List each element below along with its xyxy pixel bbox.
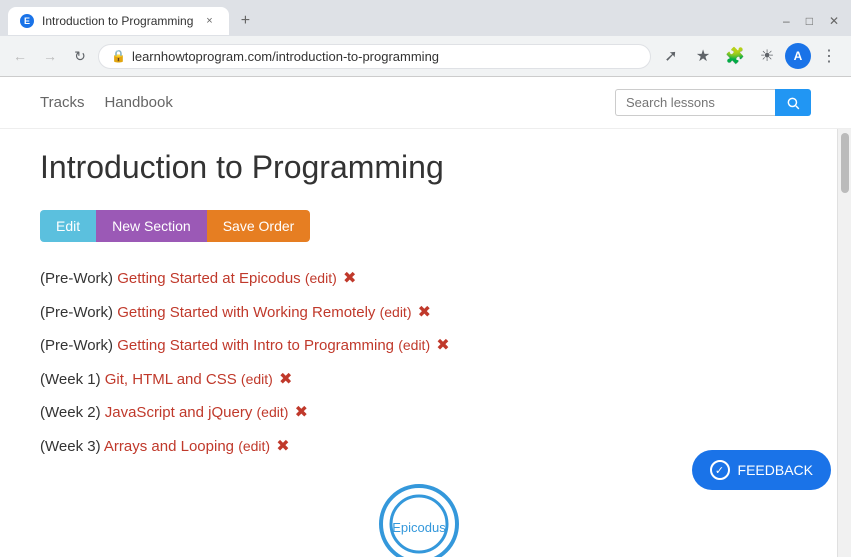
tab-title: Introduction to Programming bbox=[42, 14, 193, 28]
search-button[interactable] bbox=[775, 89, 811, 116]
tab-favicon: E bbox=[20, 14, 34, 28]
lesson-edit-link[interactable]: (edit) bbox=[398, 337, 430, 353]
svg-text:Epicodus: Epicodus bbox=[392, 520, 446, 535]
action-buttons: Edit New Section Save Order bbox=[40, 210, 797, 242]
url-bar[interactable]: 🔒 learnhowtoprogram.com/introduction-to-… bbox=[98, 44, 651, 69]
lesson-section: (Pre-Work) bbox=[40, 337, 117, 354]
lesson-edit-link[interactable]: (edit) bbox=[305, 270, 337, 286]
lesson-link[interactable]: Getting Started with Working Remotely bbox=[117, 304, 375, 321]
new-section-button[interactable]: New Section bbox=[96, 210, 207, 242]
lesson-delete-button[interactable]: ✖ bbox=[418, 304, 431, 321]
profile-avatar[interactable]: A bbox=[785, 43, 811, 69]
lesson-link[interactable]: Git, HTML and CSS bbox=[105, 371, 237, 388]
extension-icon[interactable]: ☀ bbox=[753, 42, 781, 70]
new-tab-button[interactable]: + bbox=[233, 9, 257, 33]
forward-button[interactable]: → bbox=[38, 44, 62, 68]
lesson-link[interactable]: Arrays and Looping bbox=[104, 438, 234, 455]
browser-chrome: E Introduction to Programming × + – □ ✕ … bbox=[0, 0, 851, 77]
lesson-delete-button[interactable]: ✖ bbox=[436, 337, 449, 354]
active-tab[interactable]: E Introduction to Programming × bbox=[8, 7, 229, 35]
feedback-label: FEEDBACK bbox=[738, 462, 813, 478]
lesson-section: (Pre-Work) bbox=[40, 304, 117, 321]
close-window-button[interactable]: ✕ bbox=[825, 14, 843, 28]
list-item: (Pre-Work) Getting Started at Epicodus (… bbox=[40, 262, 797, 296]
lesson-edit-link[interactable]: (edit) bbox=[238, 438, 270, 454]
edit-button[interactable]: Edit bbox=[40, 210, 96, 242]
main-area: Introduction to Programming Edit New Sec… bbox=[0, 129, 837, 557]
site-navigation: Tracks Handbook bbox=[0, 77, 851, 129]
share-icon[interactable]: ➚ bbox=[657, 42, 685, 70]
lesson-edit-link[interactable]: (edit) bbox=[257, 404, 289, 420]
search-input[interactable] bbox=[615, 89, 775, 116]
window-controls: – □ ✕ bbox=[779, 14, 843, 28]
search-container bbox=[615, 89, 811, 116]
refresh-button[interactable]: ↻ bbox=[68, 44, 92, 68]
page-content: Introduction to Programming Edit New Sec… bbox=[0, 129, 851, 557]
lesson-edit-link[interactable]: (edit) bbox=[380, 304, 412, 320]
lesson-edit-link[interactable]: (edit) bbox=[241, 371, 273, 387]
lesson-section: (Pre-Work) bbox=[40, 270, 117, 287]
epicodus-logo-area: Epicodus bbox=[40, 484, 797, 557]
lesson-section: (Week 2) bbox=[40, 404, 105, 421]
page-title: Introduction to Programming bbox=[40, 149, 797, 186]
lesson-delete-button[interactable]: ✖ bbox=[343, 270, 356, 287]
list-item: (Week 1) Git, HTML and CSS (edit) ✖ bbox=[40, 363, 797, 397]
lesson-link[interactable]: JavaScript and jQuery bbox=[105, 404, 253, 421]
save-order-button[interactable]: Save Order bbox=[207, 210, 311, 242]
minimize-button[interactable]: – bbox=[779, 14, 794, 28]
maximize-button[interactable]: □ bbox=[802, 14, 817, 28]
lesson-delete-button[interactable]: ✖ bbox=[295, 404, 308, 421]
page-body: Introduction to Programming Edit New Sec… bbox=[40, 129, 797, 557]
list-item: (Week 2) JavaScript and jQuery (edit) ✖ bbox=[40, 396, 797, 430]
lesson-section: (Week 1) bbox=[40, 371, 105, 388]
handbook-nav-link[interactable]: Handbook bbox=[104, 94, 172, 111]
lesson-delete-button[interactable]: ✖ bbox=[276, 438, 289, 455]
list-item: (Pre-Work) Getting Started with Working … bbox=[40, 296, 797, 330]
lesson-section: (Week 3) bbox=[40, 438, 104, 455]
lesson-delete-button[interactable]: ✖ bbox=[279, 371, 292, 388]
lock-icon: 🔒 bbox=[111, 49, 126, 63]
list-item: (Pre-Work) Getting Started with Intro to… bbox=[40, 329, 797, 363]
url-text: learnhowtoprogram.com/introduction-to-pr… bbox=[132, 49, 638, 64]
tab-close-button[interactable]: × bbox=[201, 13, 217, 29]
epicodus-logo: Epicodus bbox=[379, 484, 459, 557]
address-bar: ← → ↻ 🔒 learnhowtoprogram.com/introducti… bbox=[0, 36, 851, 76]
menu-icon[interactable]: ⋮ bbox=[815, 42, 843, 70]
lesson-link[interactable]: Getting Started with Intro to Programmin… bbox=[117, 337, 394, 354]
list-item: (Week 3) Arrays and Looping (edit) ✖ bbox=[40, 430, 797, 464]
lesson-list: (Pre-Work) Getting Started at Epicodus (… bbox=[40, 262, 797, 464]
feedback-icon: ✓ bbox=[710, 460, 730, 480]
extension-puzzle-icon[interactable]: 🧩 bbox=[721, 42, 749, 70]
toolbar-icons: ➚ ★ 🧩 ☀ A ⋮ bbox=[657, 42, 843, 70]
scrollbar[interactable] bbox=[837, 129, 851, 557]
lesson-link[interactable]: Getting Started at Epicodus bbox=[117, 270, 300, 287]
feedback-button[interactable]: ✓ FEEDBACK bbox=[692, 450, 831, 490]
scrollbar-thumb[interactable] bbox=[841, 133, 849, 193]
tracks-nav-link[interactable]: Tracks bbox=[40, 94, 84, 111]
tab-bar: E Introduction to Programming × + – □ ✕ bbox=[0, 0, 851, 36]
back-button[interactable]: ← bbox=[8, 44, 32, 68]
bookmark-icon[interactable]: ★ bbox=[689, 42, 717, 70]
